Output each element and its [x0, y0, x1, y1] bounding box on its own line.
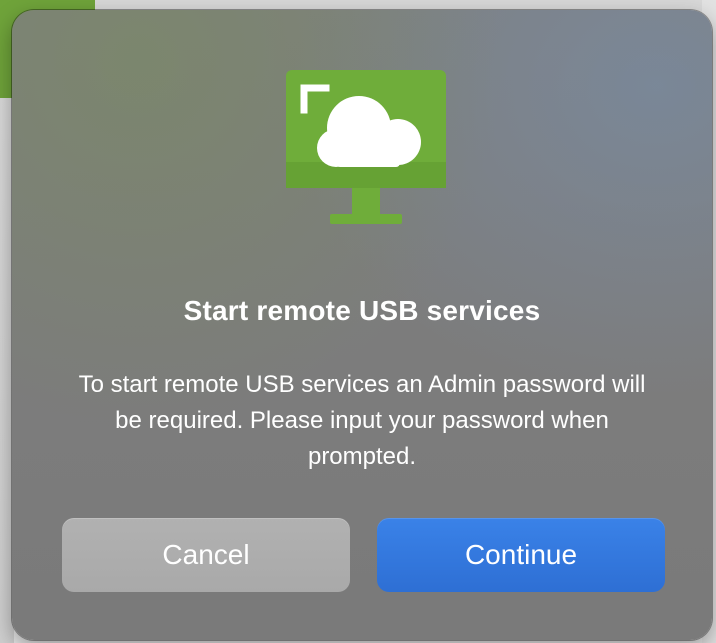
remote-usb-monitor-cloud-icon	[286, 70, 446, 228]
alert-dialog: Start remote USB services To start remot…	[12, 10, 712, 640]
continue-button[interactable]: Continue	[377, 518, 665, 592]
dialog-message: To start remote USB services an Admin pa…	[78, 371, 646, 470]
cancel-button[interactable]: Cancel	[62, 518, 350, 592]
dialog-title: Start remote USB services	[183, 295, 541, 326]
